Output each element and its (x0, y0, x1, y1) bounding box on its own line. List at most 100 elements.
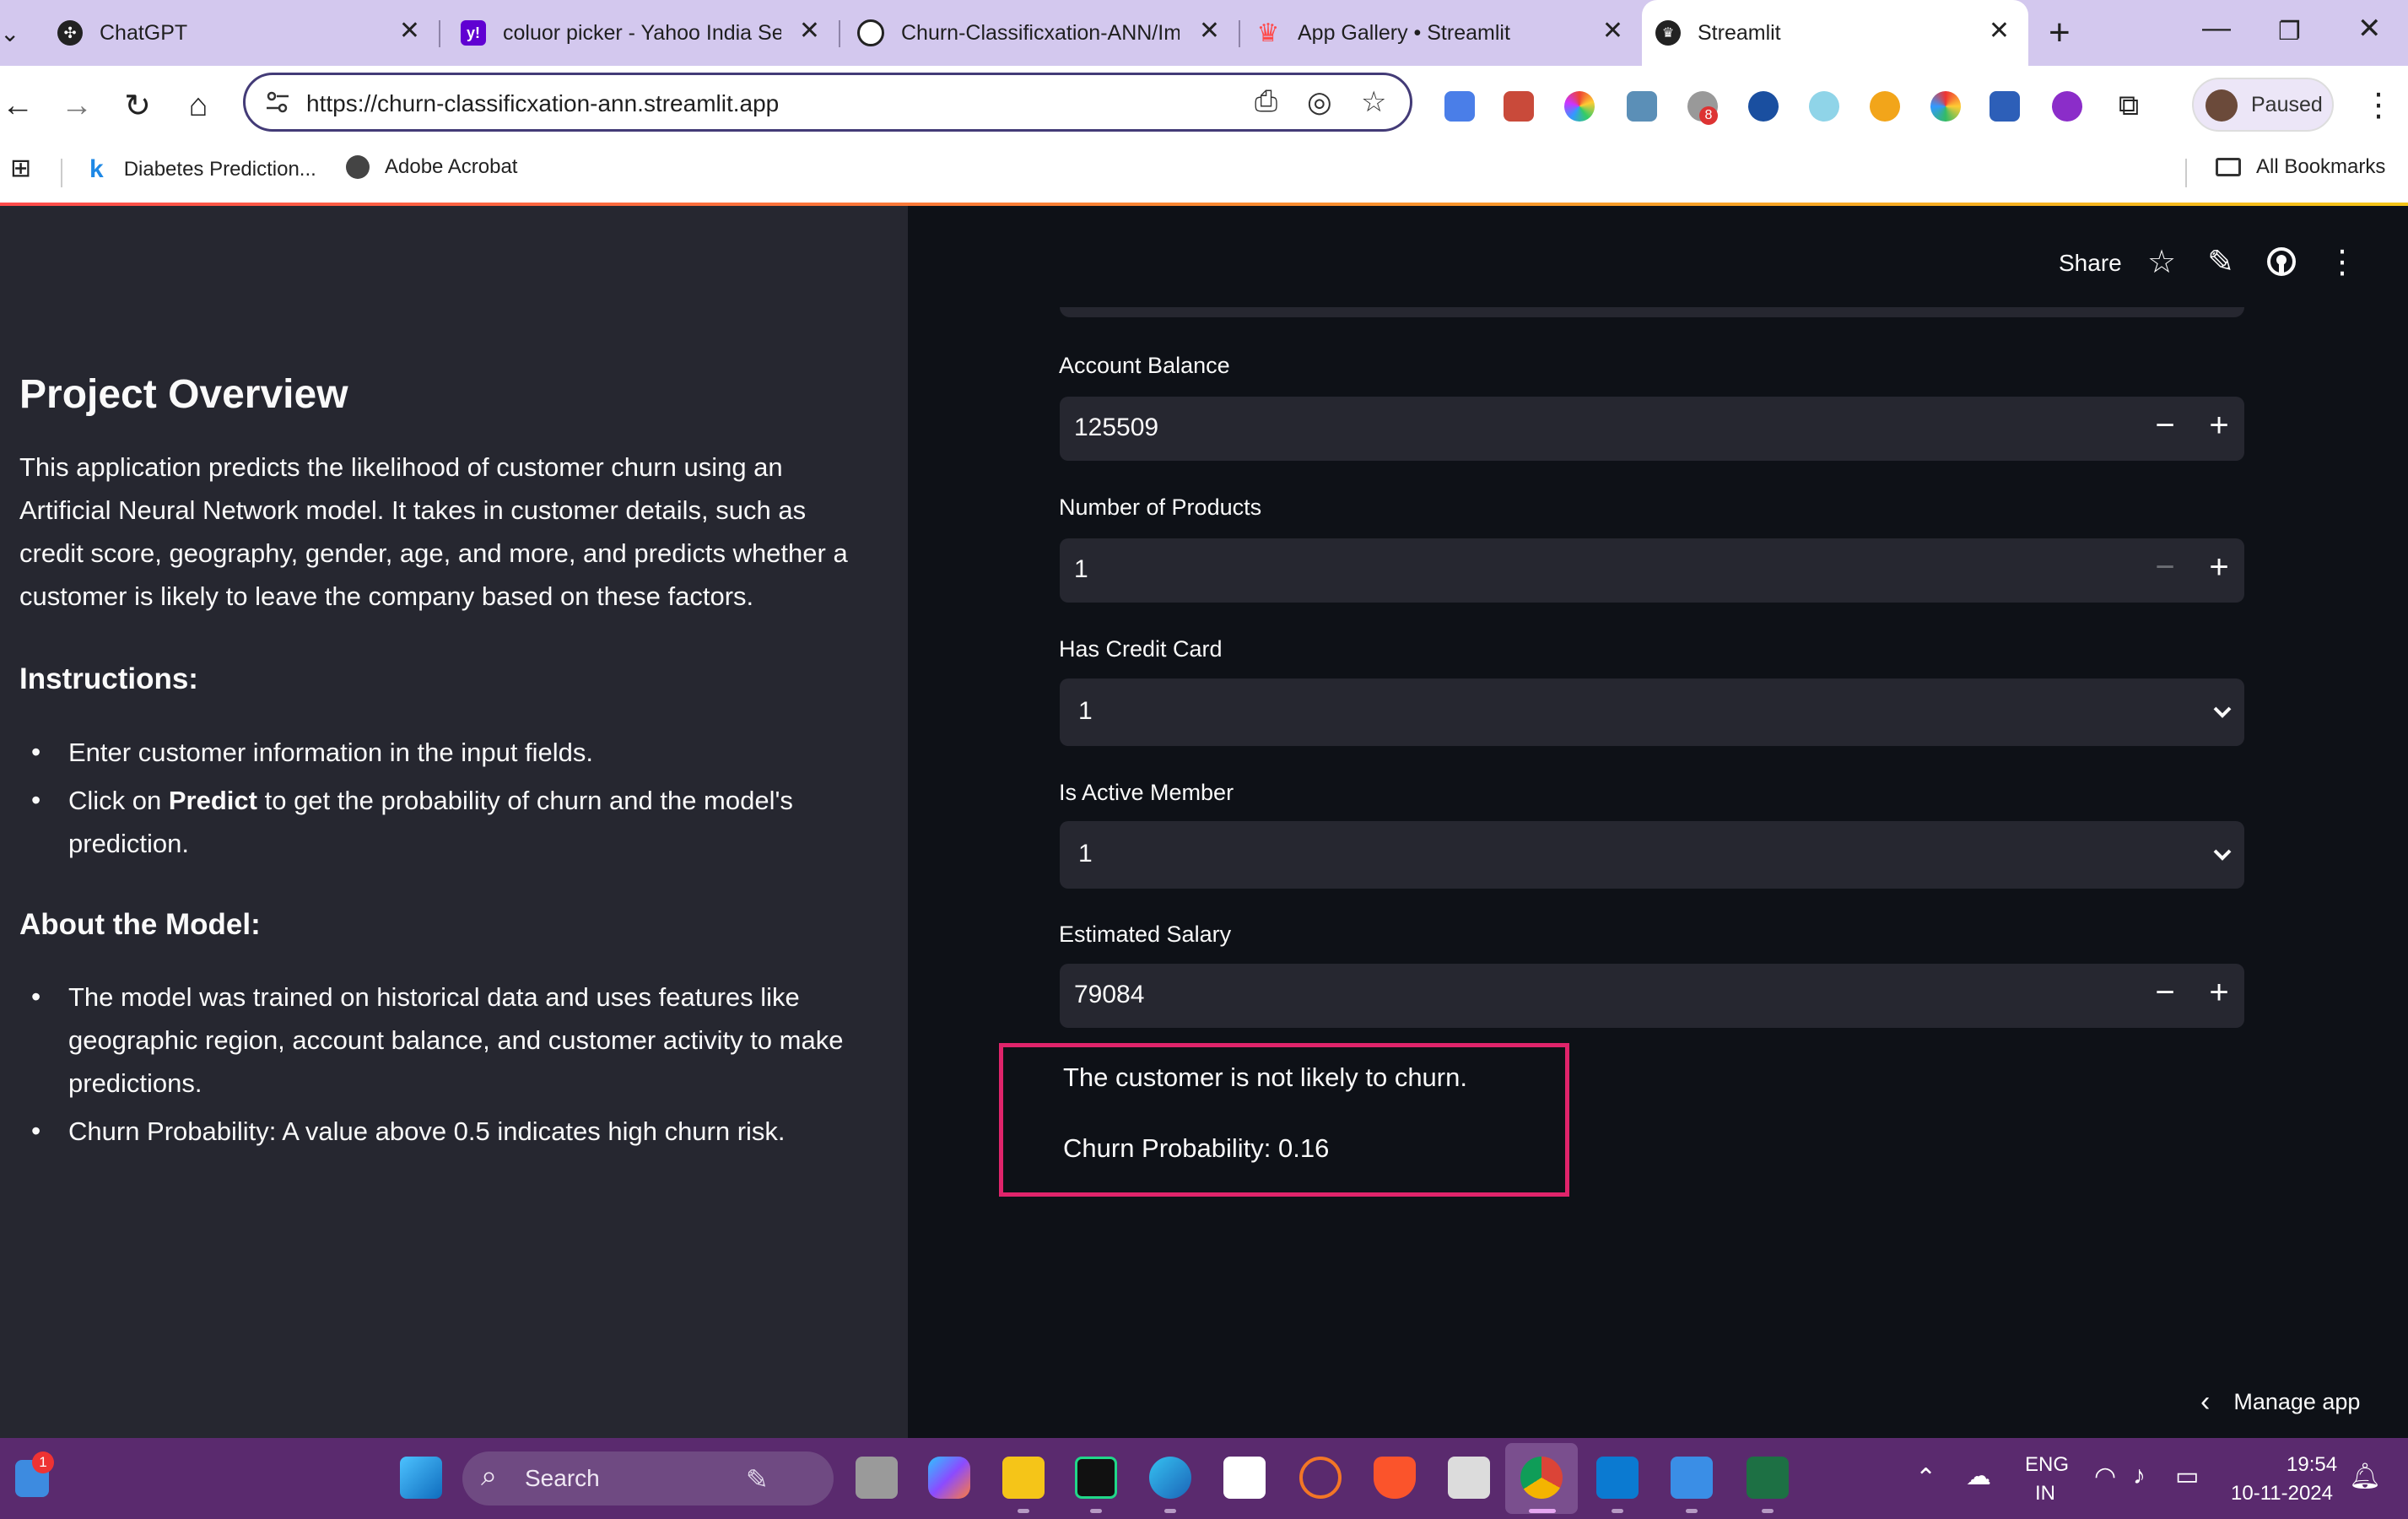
estimated-salary-input[interactable]: 79084 − + (1060, 964, 2244, 1028)
restore-button[interactable]: ❐ (2278, 17, 2301, 46)
notification-badge: 8 (1699, 106, 1718, 125)
account-balance-value[interactable]: 125509 (1074, 414, 1158, 442)
windows-start-icon[interactable] (400, 1457, 442, 1499)
increment-button[interactable]: + (2202, 407, 2236, 445)
install-app-icon[interactable]: ⎙ (1255, 85, 1277, 118)
is-active-member-select[interactable]: 1 (1060, 821, 2244, 889)
color-picker-extension-icon[interactable] (1564, 91, 1595, 122)
hide-eye-icon[interactable]: ◎ (1307, 85, 1332, 119)
text-extension-icon[interactable] (1990, 91, 2020, 122)
bookmark-adobe[interactable]: Adobe Acrobat (346, 155, 517, 179)
close-icon[interactable]: ✕ (1989, 19, 2010, 44)
brave-icon[interactable] (1374, 1457, 1416, 1499)
search-extension-icon[interactable] (2052, 91, 2082, 122)
pycharm-icon[interactable] (1075, 1457, 1117, 1499)
profile-button[interactable]: Paused (2192, 78, 2334, 132)
widgets-icon[interactable]: 1 (15, 1451, 54, 1497)
tab-search-menu[interactable]: ⌄ (0, 0, 19, 66)
tab-app-gallery[interactable]: ♛ App Gallery • Streamlit ✕ (1242, 0, 1642, 66)
churn-probability: Churn Probability: 0.16 (1063, 1133, 1330, 1163)
all-bookmarks[interactable]: All Bookmarks (2216, 155, 2385, 179)
browser-menu-icon[interactable]: ⋮ (2362, 86, 2395, 124)
puzzle-icon[interactable]: ⧉ (2108, 84, 2150, 127)
back-button[interactable]: ← (0, 84, 39, 127)
url-text[interactable]: https://churn-classificxation-ann.stream… (306, 90, 779, 117)
pencil-icon[interactable]: ✎ (2202, 243, 2239, 281)
close-icon[interactable]: ✕ (1199, 19, 1220, 44)
file-explorer-icon[interactable] (1002, 1457, 1045, 1499)
tab-chatgpt[interactable]: ✣ ChatGPT ✕ (42, 0, 439, 66)
github-icon[interactable] (2263, 243, 2300, 285)
account-balance-input[interactable]: 125509 − + (1060, 397, 2244, 461)
instructions-list: Enter customer information in the input … (19, 731, 855, 870)
edge-icon[interactable] (1149, 1457, 1191, 1499)
chevron-left-icon: ‹ (2200, 1386, 2211, 1418)
star-icon[interactable]: ☆ (2143, 243, 2180, 281)
more-vert-icon[interactable]: ⋮ (2324, 243, 2361, 281)
close-icon[interactable]: ✕ (1602, 19, 1623, 44)
speed-extension-icon[interactable] (1870, 91, 1900, 122)
decrement-button[interactable]: − (2148, 974, 2182, 1012)
chrome-icon[interactable] (1520, 1457, 1563, 1499)
bookmark-diabetes[interactable]: k Diabetes Prediction... (89, 155, 316, 184)
onedrive-icon[interactable]: ☁ (1966, 1462, 1991, 1491)
address-bar[interactable]: https://churn-classificxation-ann.stream… (243, 73, 1412, 132)
excel-icon[interactable] (1747, 1457, 1789, 1499)
project-description: This application predicts the likelihood… (19, 452, 848, 611)
task-view-icon[interactable] (856, 1457, 898, 1499)
home-button[interactable]: ⌂ (177, 84, 219, 127)
battery-icon[interactable]: ▭ (2175, 1462, 2199, 1491)
divider (2185, 159, 2187, 187)
language-indicator[interactable]: ENG (2025, 1453, 2069, 1477)
forward-button[interactable]: → (56, 84, 98, 127)
region-indicator[interactable]: IN (2035, 1482, 2055, 1505)
taskbar-search[interactable]: ⌕ Search ✎ (462, 1451, 834, 1505)
dark-circle-extension-icon[interactable] (1748, 91, 1779, 122)
increment-button[interactable]: + (2202, 549, 2236, 587)
manage-app-button[interactable]: ‹ Manage app (2200, 1386, 2360, 1419)
wifi-icon[interactable]: ◠ (2094, 1462, 2116, 1491)
close-icon[interactable]: ✕ (399, 19, 420, 44)
decrement-button[interactable]: − (2148, 407, 2182, 445)
clock-date[interactable]: 10-11-2024 (2231, 1482, 2333, 1505)
reload-button[interactable]: ↻ (116, 84, 159, 127)
apps-grid-icon[interactable]: ⊞ (10, 154, 31, 183)
photo-extension-icon[interactable] (1627, 91, 1657, 122)
tab-streamlit-active[interactable]: ♛ Streamlit ✕ (1642, 0, 2028, 66)
site-settings-icon[interactable] (264, 89, 291, 116)
copilot-icon[interactable] (928, 1457, 970, 1499)
streamlit-icon: ♛ (1655, 20, 1681, 46)
vscode-icon[interactable] (1596, 1457, 1639, 1499)
tab-yahoo-search[interactable]: y! coluor picker - Yahoo India Sea ✕ (442, 0, 839, 66)
microsoft-store-icon[interactable] (1223, 1457, 1266, 1499)
tab-github-repo[interactable]: Churn-Classificxation-ANN/Ima ✕ (842, 0, 1239, 66)
translate-extension-icon[interactable] (1444, 91, 1475, 122)
window-close-button[interactable]: ✕ (2357, 12, 2382, 46)
num-products-input[interactable]: 1 − + (1060, 538, 2244, 603)
num-products-value[interactable]: 1 (1074, 555, 1088, 584)
increment-button[interactable]: + (2202, 974, 2236, 1012)
minimize-button[interactable]: — (2202, 12, 2231, 45)
jupyter-icon[interactable] (1299, 1457, 1342, 1499)
react-extension-icon[interactable] (1809, 91, 1839, 122)
mail-icon[interactable] (1448, 1457, 1490, 1499)
model-points-list: The model was trained on historical data… (19, 976, 855, 1158)
has-credit-card-select[interactable]: 1 (1060, 678, 2244, 746)
notifications-bell-icon[interactable]: 🔔︎ (2349, 1462, 2381, 1491)
clock-time[interactable]: 19:54 (2287, 1453, 2337, 1477)
notepad-icon[interactable] (1671, 1457, 1713, 1499)
close-icon[interactable]: ✕ (799, 19, 820, 44)
github-icon (857, 19, 884, 46)
extension-icon[interactable]: 8 (1687, 91, 1718, 125)
openai-icon: ✣ (57, 20, 83, 46)
decrement-button[interactable]: − (2148, 549, 2182, 587)
book-extension-icon[interactable] (1504, 91, 1534, 122)
volume-icon[interactable]: ♪ (2133, 1462, 2146, 1490)
share-button[interactable]: Share (2059, 250, 2122, 277)
bookmark-star-icon[interactable]: ☆ (1361, 85, 1386, 119)
new-tab-button[interactable]: + (2049, 12, 2071, 54)
num-products-label: Number of Products (1059, 495, 1262, 520)
show-hidden-icons[interactable]: ⌃ (1915, 1463, 1936, 1493)
chrome-extension-icon[interactable] (1930, 91, 1961, 122)
estimated-salary-value[interactable]: 79084 (1074, 981, 1144, 1009)
